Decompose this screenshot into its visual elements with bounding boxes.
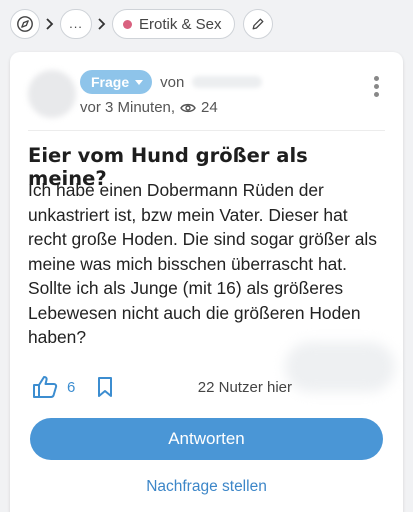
chevron-right-icon (40, 18, 60, 30)
breadcrumb-more-button[interactable]: ... (60, 9, 92, 39)
topic-dot-icon (123, 19, 132, 29)
users-here-count: 22 Nutzer hier (197, 378, 292, 396)
answer-button[interactable]: Antworten (30, 418, 383, 460)
followup-link[interactable]: Nachfrage stellen (10, 478, 403, 496)
question-type-badge[interactable]: Frage (80, 70, 153, 94)
question-stats: vor 3 Minuten, 24 (80, 99, 218, 116)
pencil-icon (252, 18, 263, 30)
explore-button[interactable] (10, 9, 40, 39)
avatar[interactable] (28, 70, 76, 118)
like-count: 6 (67, 378, 76, 396)
author-name-redacted (192, 76, 263, 88)
question-meta: Frage von (80, 70, 263, 94)
divider (28, 130, 385, 131)
compass-icon (17, 16, 33, 32)
topic-label: Erotik & Sex (139, 15, 222, 33)
question-actions: 6 22 Nutzer hier (32, 372, 382, 402)
more-options-icon[interactable] (371, 76, 381, 100)
question-card: Frage von vor 3 Minuten, 24 Eier vom Hun… (10, 52, 403, 512)
thumbs-up-icon (33, 376, 58, 398)
author-prefix: von (160, 73, 185, 91)
edit-topics-button[interactable] (242, 9, 273, 39)
bookmark-button[interactable] (97, 376, 113, 398)
like-button[interactable]: 6 (32, 375, 75, 399)
time-ago: vor 3 Minuten, (80, 99, 176, 116)
eye-icon (180, 103, 196, 112)
view-count: 24 (201, 99, 218, 116)
breadcrumb: ... Erotik & Sex (10, 8, 273, 40)
question-body: Ich habe einen Dobermann Rüden der unkas… (28, 180, 377, 347)
bookmark-icon (98, 377, 113, 397)
topic-chip[interactable]: Erotik & Sex (112, 9, 235, 39)
badge-label: Frage (91, 74, 130, 90)
chevron-right-icon (92, 18, 112, 30)
caret-down-icon (135, 79, 144, 85)
